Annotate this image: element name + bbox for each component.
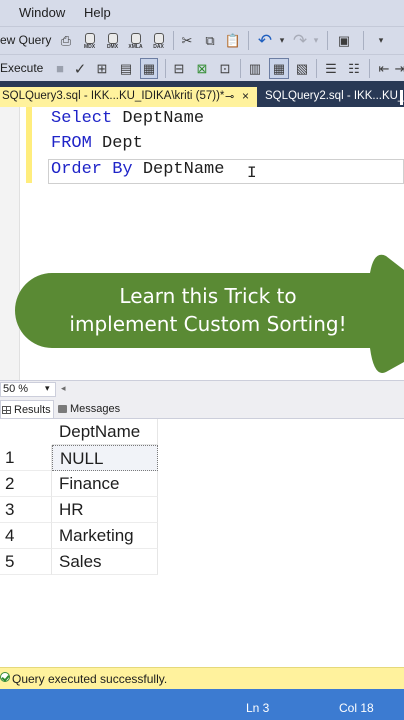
new-query-button[interactable]: ew Query xyxy=(0,33,51,47)
column-indicator: Col 18 xyxy=(339,701,374,715)
code-line-3[interactable]: Order By DeptName xyxy=(51,160,224,179)
redo-icon: ↷ xyxy=(292,30,308,50)
line-indicator: Ln 3 xyxy=(246,701,270,715)
toolbar-separator xyxy=(316,59,317,78)
grid-cell[interactable]: Sales xyxy=(52,549,158,575)
stop-icon: ■ xyxy=(56,61,64,76)
row-number[interactable]: 5 xyxy=(0,549,52,575)
grid-cell[interactable]: Marketing xyxy=(52,523,158,549)
dax-query-button[interactable]: DAX xyxy=(149,30,168,52)
grid-results-icon[interactable]: ▦ xyxy=(269,58,289,79)
parse-check-icon[interactable]: ✓ xyxy=(71,59,89,78)
grid-cell[interactable]: Finance xyxy=(52,471,158,497)
toolbar-separator xyxy=(165,59,166,78)
solution-explorer-icon[interactable]: ▣ xyxy=(334,31,354,50)
editor-status-bar: Ln 3 Col 18 xyxy=(0,689,404,720)
undo-icon[interactable]: ↶ xyxy=(255,30,275,51)
zoom-value: 50 % xyxy=(3,383,29,395)
identifier-deptname: DeptName xyxy=(112,109,205,128)
query-editor[interactable]: Select DeptName FROM Dept Order By DeptN… xyxy=(0,107,404,380)
message-icon xyxy=(58,405,67,413)
identifier-dept: Dept xyxy=(91,134,143,153)
tab-sqlquery2[interactable]: SQLQuery2.sql - IKK...KU_I xyxy=(262,88,404,107)
results-tabs: Results Messages xyxy=(0,398,404,419)
code-line-1[interactable]: Select DeptName xyxy=(51,109,204,128)
copy-icon[interactable]: ⧉ xyxy=(201,31,219,50)
results-to-grid-icon[interactable]: ▦ xyxy=(140,58,158,79)
tab-messages[interactable]: Messages xyxy=(57,400,127,418)
row-number[interactable]: 4 xyxy=(0,523,52,549)
zoom-level-select[interactable]: 50 % ▾ xyxy=(0,382,56,397)
editor-zoom-bar: 50 % ▾ ◂ xyxy=(0,380,404,398)
undo-dropdown-icon[interactable]: ▾ xyxy=(277,32,287,49)
grid-cell[interactable]: NULL xyxy=(52,445,158,471)
column-header-deptname[interactable]: DeptName xyxy=(52,419,158,445)
menu-bar: Window Help xyxy=(0,0,404,26)
tab-results[interactable]: Results xyxy=(0,400,54,418)
dmx-label: DMX xyxy=(106,43,119,50)
comment-out-icon[interactable]: ☰ xyxy=(322,59,340,78)
change-tracking-bar xyxy=(26,107,32,183)
client-statistics-icon[interactable]: ▥ xyxy=(246,59,264,78)
xmla-query-button[interactable]: XMLA xyxy=(126,30,145,52)
identifier-deptname: DeptName xyxy=(132,160,225,179)
sql-editor-toolbar: Execute ■ ✓ ⊞ ▤ ▦ ⊟ ⊠ ⊡ ▥ ▦ ▧ ☰ ☷ ⇤ ⇥ xyxy=(0,54,404,81)
debug-icon[interactable]: ⊞ xyxy=(93,59,111,78)
tab-results-label: Results xyxy=(14,403,51,416)
toolbar-separator xyxy=(363,31,364,50)
redo-dropdown-icon: ▾ xyxy=(313,35,319,45)
dmx-query-button[interactable]: DMX xyxy=(103,30,122,52)
row-number[interactable]: 3 xyxy=(0,497,52,523)
execute-button[interactable]: Execute xyxy=(0,61,43,75)
toolbar-separator xyxy=(173,31,174,50)
query-status-bar: Query executed successfully. xyxy=(0,667,404,689)
document-tabs: SQLQuery3.sql - IKK...KU_IDIKA\kriti (57… xyxy=(0,81,404,107)
editor-gutter xyxy=(0,107,20,380)
execution-plan-icon[interactable]: ⊡ xyxy=(216,59,234,78)
menu-window[interactable]: Window xyxy=(19,5,65,20)
scroll-left-icon[interactable]: ◂ xyxy=(61,383,66,394)
keyword-select: Select xyxy=(51,109,113,128)
status-message: Query executed successfully. xyxy=(12,672,168,686)
intellisense-icon[interactable]: ⊠ xyxy=(193,59,211,78)
increase-indent-icon[interactable]: ⇥ xyxy=(395,59,404,78)
success-check-icon xyxy=(0,672,10,682)
tab-title: SQLQuery2.sql - IKK...KU_I xyxy=(265,90,404,102)
results-grid[interactable]: DeptName 1 NULL 2 Finance 3 HR 4 Marketi… xyxy=(0,419,404,667)
row-number[interactable]: 2 xyxy=(0,471,52,497)
close-icon[interactable]: × xyxy=(242,89,249,103)
code-line-2[interactable]: FROM Dept xyxy=(51,134,143,153)
toolbar-separator xyxy=(327,31,328,50)
query-options-icon[interactable]: ⊟ xyxy=(170,59,188,78)
tab-edge xyxy=(400,90,403,105)
tab-sqlquery3[interactable]: SQLQuery3.sql - IKK...KU_IDIKA\kriti (57… xyxy=(0,87,257,107)
keyword-from: FROM xyxy=(51,134,92,153)
grid-cell[interactable]: HR xyxy=(52,497,158,523)
standard-toolbar: ew Query ⎙ MDX DMX XMLA DAX ✂ ⧉ 📋 ↶ ▾ ↷ … xyxy=(0,26,404,54)
cut-icon[interactable]: ✂ xyxy=(178,31,196,50)
grid-icon xyxy=(2,405,11,414)
toolbar-separator xyxy=(369,59,370,78)
file-results-icon[interactable]: ▧ xyxy=(293,59,311,78)
tab-messages-label: Messages xyxy=(70,403,121,415)
toolbar-separator xyxy=(248,31,249,50)
tab-title: SQLQuery3.sql - IKK...KU_IDIKA\kriti (57… xyxy=(2,90,225,102)
toolbar-dropdown-icon[interactable]: ▾ xyxy=(375,32,387,49)
text-cursor-icon: I xyxy=(247,164,257,182)
xmla-label: XMLA xyxy=(128,43,143,50)
chevron-down-icon: ▾ xyxy=(45,383,50,393)
toolbar-separator xyxy=(240,59,241,78)
menu-help[interactable]: Help xyxy=(84,5,111,20)
dax-label: DAX xyxy=(153,43,164,50)
pin-icon[interactable]: ⊸ xyxy=(225,90,234,103)
keyword-order-by: Order By xyxy=(51,160,133,179)
decrease-indent-icon[interactable]: ⇤ xyxy=(375,59,393,78)
database-query-icon[interactable]: ⎙ xyxy=(57,31,75,50)
uncomment-icon[interactable]: ☷ xyxy=(345,59,363,78)
mdx-query-button[interactable]: MDX xyxy=(80,30,99,52)
mdx-label: MDX xyxy=(83,43,96,50)
paste-icon[interactable]: 📋 xyxy=(224,31,242,50)
row-number[interactable]: 1 xyxy=(0,445,52,471)
results-to-text-icon[interactable]: ▤ xyxy=(117,59,135,78)
